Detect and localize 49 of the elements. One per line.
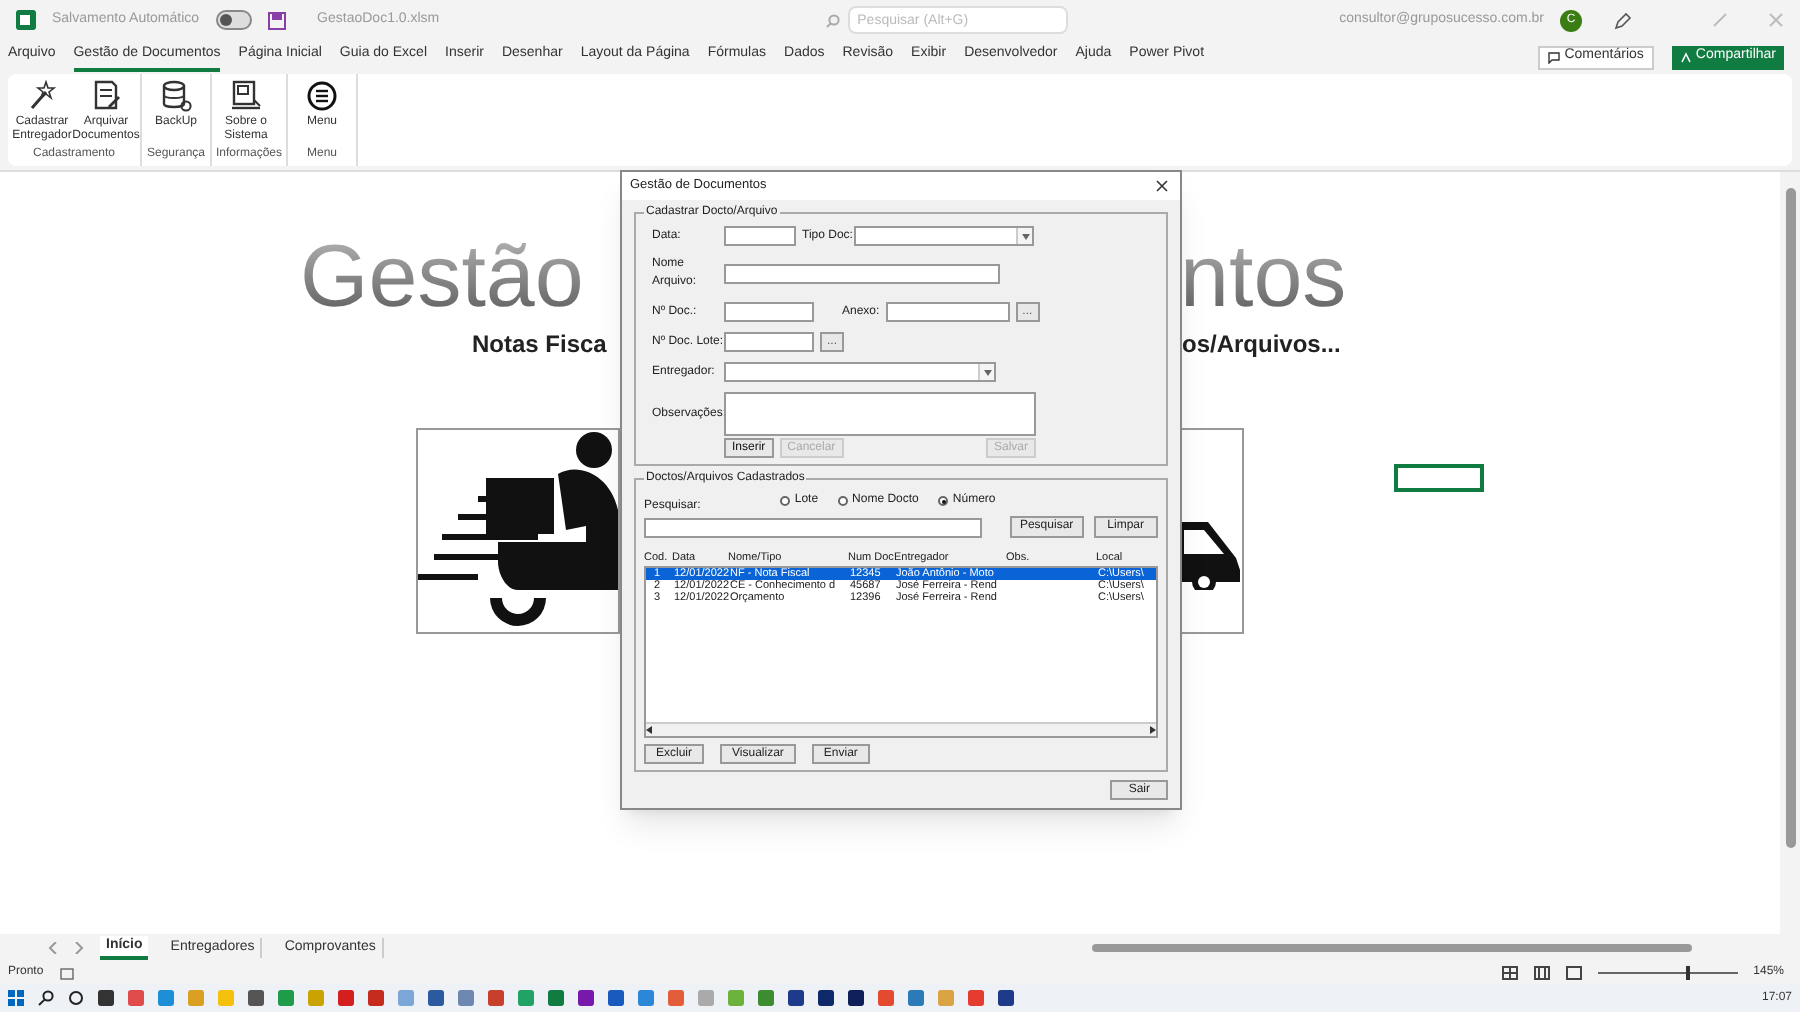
selected-cell[interactable] <box>1394 464 1484 492</box>
text-input[interactable] <box>724 332 814 352</box>
pen-icon <box>1614 11 1632 29</box>
radio-button[interactable] <box>838 496 849 506</box>
minimize-icon <box>1712 12 1728 28</box>
vertical-scrollbar[interactable] <box>1780 172 1800 934</box>
autosave-toggle[interactable] <box>215 10 252 30</box>
zoom-thumb[interactable] <box>1685 966 1690 980</box>
accessibility-icon <box>59 967 74 979</box>
sheet-subtitle: Notas Fisca <box>472 328 607 362</box>
horizontal-scrollbar[interactable] <box>646 722 1156 736</box>
page-layout-icon <box>1533 966 1550 980</box>
text-input[interactable] <box>724 226 796 246</box>
search-icon <box>825 13 840 27</box>
excel-logo-icon <box>16 10 36 30</box>
scroll-left-icon <box>646 726 654 734</box>
dropdown-arrow-icon <box>1021 233 1030 239</box>
start-icon <box>8 990 24 1006</box>
circle-icon <box>68 990 84 1006</box>
dropdown-arrow-icon <box>983 369 991 375</box>
scroll-right-icon <box>1148 726 1156 734</box>
text-area[interactable] <box>724 392 1036 436</box>
previous-sheet-icon <box>48 942 58 954</box>
search-icon <box>38 990 54 1006</box>
monitor-document-icon <box>230 80 262 112</box>
magic-wand-icon <box>26 80 58 112</box>
radio-button[interactable] <box>780 496 791 506</box>
close-icon <box>1156 180 1168 192</box>
sheet-subtitle: os/Arquivos... <box>1182 328 1341 362</box>
comment-icon <box>1548 51 1561 63</box>
share-icon <box>1679 51 1692 63</box>
database-icon <box>160 80 192 112</box>
scrollbar-thumb[interactable] <box>1785 188 1795 848</box>
text-input[interactable] <box>885 302 1010 322</box>
close-icon <box>1768 12 1784 28</box>
next-sheet-icon <box>74 942 84 954</box>
dropdown-field[interactable] <box>724 362 996 382</box>
save-icon <box>267 11 286 29</box>
dropdown-field[interactable] <box>854 226 1035 246</box>
search-input[interactable] <box>644 517 982 537</box>
text-input[interactable] <box>724 302 814 322</box>
radio-button[interactable] <box>938 496 949 506</box>
menu-icon <box>306 80 339 112</box>
text-input[interactable] <box>724 264 1000 284</box>
normal-view-icon <box>1501 966 1518 980</box>
close-button[interactable] <box>1152 176 1172 196</box>
scrollbar-thumb[interactable] <box>1091 944 1692 952</box>
page-break-icon <box>1565 966 1582 980</box>
document-pen-icon <box>90 80 122 112</box>
